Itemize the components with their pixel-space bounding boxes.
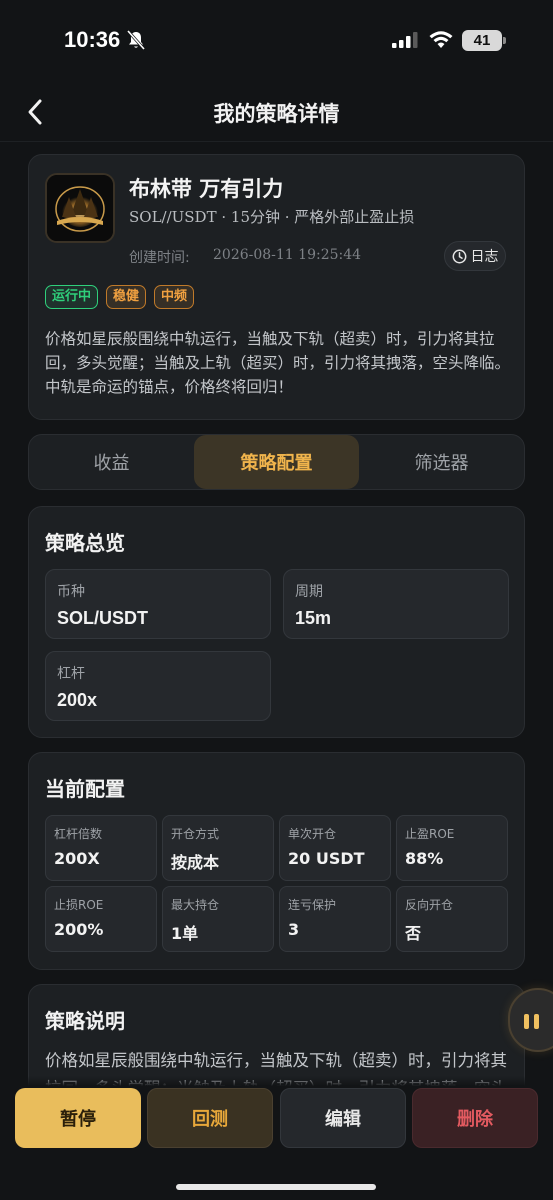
config-value: 20 USDT — [288, 849, 365, 868]
config-item: 最大持仓 1单 — [162, 886, 274, 952]
pause-icon — [534, 1014, 539, 1029]
config-value: 88% — [405, 849, 444, 868]
clock-icon — [452, 249, 466, 263]
status-time: 10:36 — [64, 27, 121, 52]
config-value: 1单 — [171, 924, 199, 943]
config-value: 3 — [288, 920, 300, 939]
wifi-icon — [429, 31, 453, 48]
overview-item-leverage: 杠杆 200x — [45, 651, 271, 721]
overview-value: SOL/USDT — [57, 608, 149, 628]
strategy-logo — [45, 173, 115, 243]
config-label: 止盈ROE — [405, 827, 455, 841]
forest-emblem-icon — [47, 175, 113, 241]
overview-item-symbol: 币种 SOL/USDT — [45, 569, 271, 639]
config-value: 200% — [54, 920, 104, 939]
status-badge: 运行中 — [45, 285, 99, 309]
backtest-button[interactable]: 回测 — [147, 1088, 273, 1148]
created-label: 创建时间: — [129, 250, 190, 266]
overview-value: 15m — [295, 608, 332, 628]
config-value: 否 — [405, 924, 422, 943]
page-title: 我的策略详情 — [213, 102, 340, 126]
config-label: 单次开仓 — [288, 827, 337, 841]
overview-label: 周期 — [295, 584, 323, 600]
config-label: 最大持仓 — [171, 898, 220, 912]
log-button[interactable]: 日志 — [444, 241, 506, 271]
log-label: 日志 — [470, 249, 499, 265]
strategy-subtitle: SOL//USDT · 15分钟 · 严格外部止盈止损 — [129, 208, 415, 226]
config-value: 200X — [54, 849, 100, 868]
status-bar: 10:36 41 — [0, 0, 553, 84]
overview-item-period: 周期 15m — [283, 569, 509, 639]
tab-filters[interactable]: 筛选器 — [359, 435, 524, 489]
battery-indicator: 41 — [462, 30, 506, 51]
config-label: 杠杆倍数 — [54, 827, 103, 841]
edit-button[interactable]: 编辑 — [280, 1088, 406, 1148]
config-label: 开仓方式 — [171, 827, 220, 841]
delete-button[interactable]: 删除 — [412, 1088, 538, 1148]
pause-icon — [524, 1014, 529, 1029]
overview-value: 200x — [57, 690, 98, 710]
tab-strategy-config[interactable]: 策略配置 — [194, 435, 359, 489]
frequency-badge: 中频 — [154, 285, 195, 309]
home-indicator — [176, 1184, 376, 1190]
config-label: 止损ROE — [54, 898, 104, 912]
action-bar: 暂停 回测 编辑 删除 — [0, 1076, 553, 1200]
config-label: 连亏保护 — [288, 898, 337, 912]
strategy-description: 价格如星辰般围绕中轨运行，当触及下轨（超卖）时，引力将其拉回，多头觉醒；当触及上… — [45, 330, 511, 396]
strategy-name: 布林带 万有引力 — [129, 177, 284, 201]
tab-bar: 收益 策略配置 筛选器 — [28, 434, 525, 490]
config-label: 反向开仓 — [405, 898, 454, 912]
config-card: 当前配置 杠杆倍数 200X 开仓方式 按成本 单次开仓 20 USDT 止盈R… — [28, 752, 525, 970]
config-item: 反向开仓 否 — [396, 886, 508, 952]
bell-muted-icon — [127, 30, 145, 50]
risk-badge: 稳健 — [106, 285, 147, 309]
config-value: 按成本 — [171, 853, 220, 872]
config-item: 杠杆倍数 200X — [45, 815, 157, 881]
overview-label: 币种 — [57, 584, 85, 600]
config-item: 开仓方式 按成本 — [162, 815, 274, 881]
tag-list: 运行中 稳健 中频 — [45, 285, 195, 309]
overview-card: 策略总览 币种 SOL/USDT 周期 15m 杠杆 200x — [28, 506, 525, 738]
config-item: 单次开仓 20 USDT — [279, 815, 391, 881]
created-time: 2026-08-11 19:25:44 — [213, 247, 362, 263]
config-item: 止盈ROE 88% — [396, 815, 508, 881]
overview-label: 杠杆 — [57, 666, 85, 682]
nav-bar: 我的策略详情 — [0, 84, 553, 142]
cellular-signal-icon — [392, 32, 418, 48]
explanation-title: 策略说明 — [45, 1009, 125, 1033]
strategy-header-card: 布林带 万有引力 SOL//USDT · 15分钟 · 严格外部止盈止损 创建时… — [28, 154, 525, 420]
pause-button[interactable]: 暂停 — [15, 1088, 141, 1148]
tab-earnings[interactable]: 收益 — [29, 435, 194, 489]
overview-title: 策略总览 — [45, 531, 125, 555]
config-title: 当前配置 — [45, 777, 125, 801]
config-item: 止损ROE 200% — [45, 886, 157, 952]
config-item: 连亏保护 3 — [279, 886, 391, 952]
